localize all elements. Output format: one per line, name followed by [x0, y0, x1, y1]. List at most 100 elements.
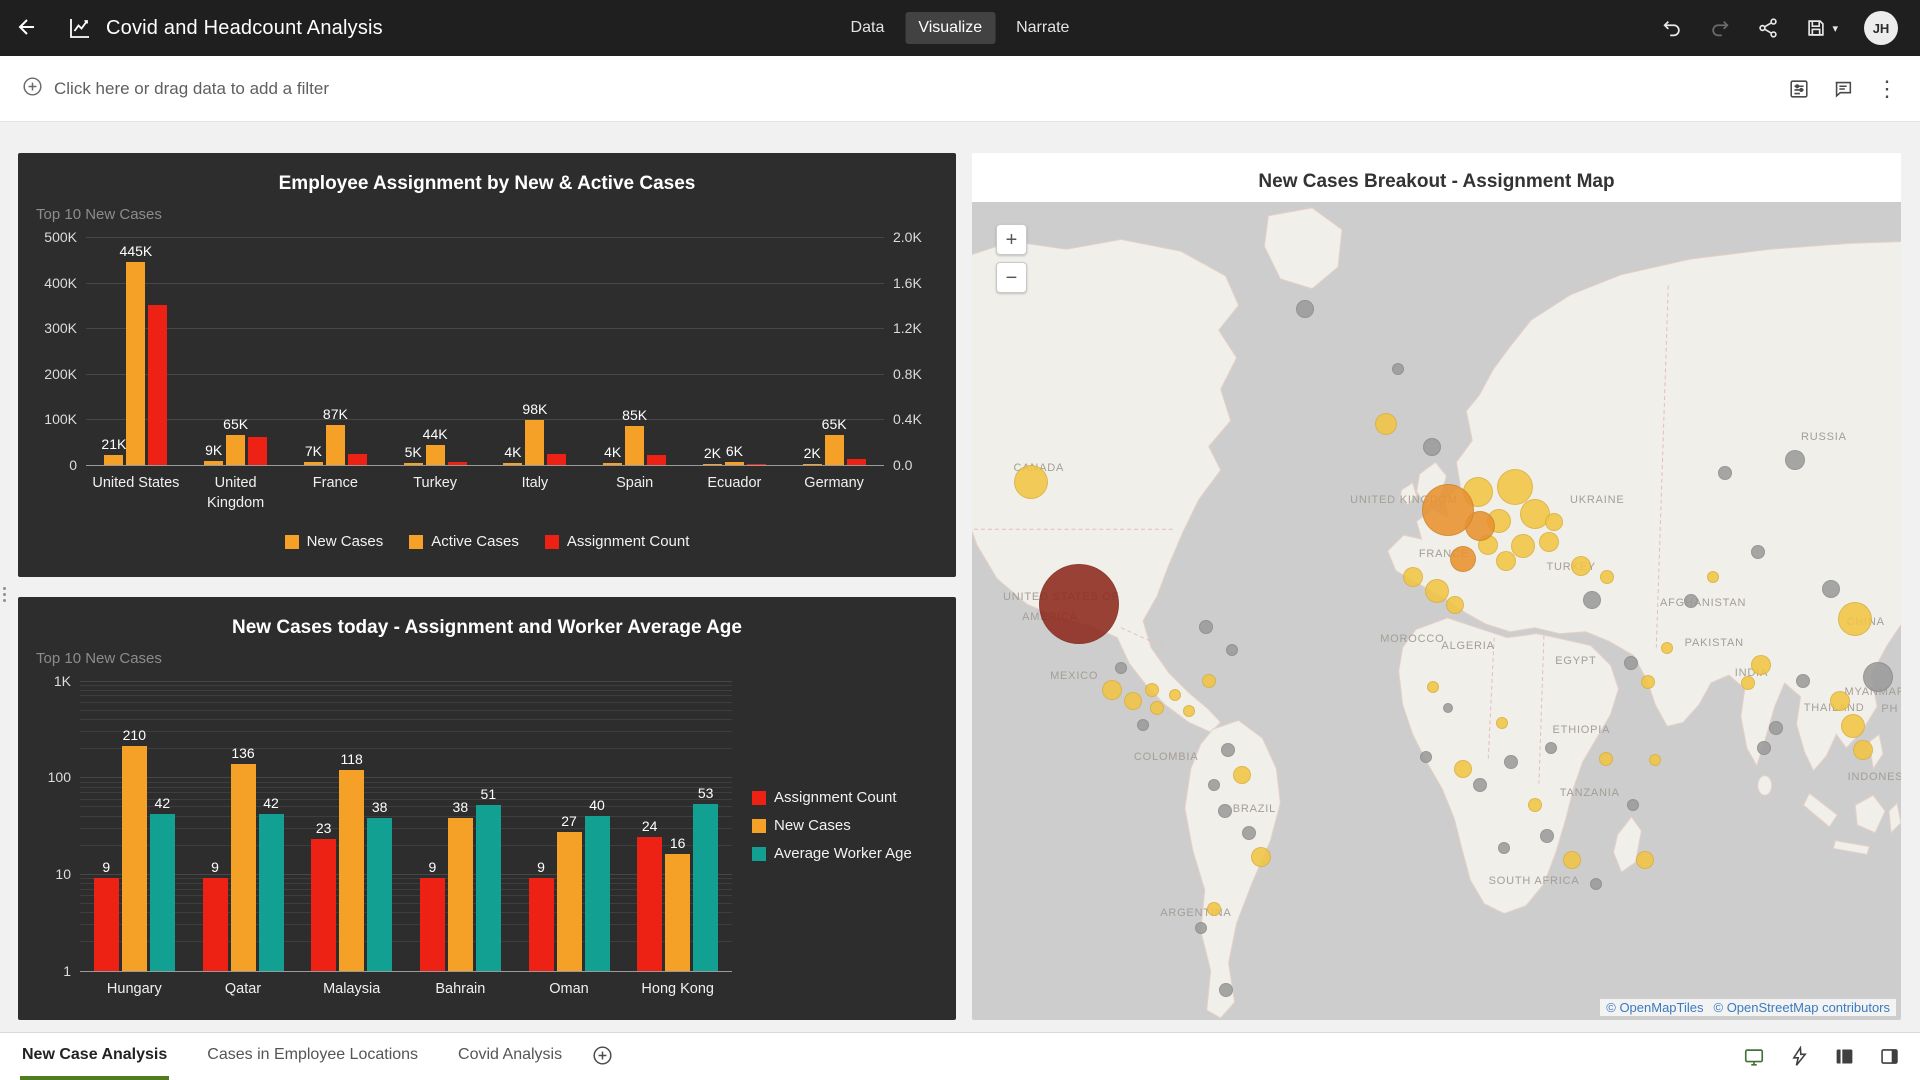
canvas-tab-cases-in-employee-locations[interactable]: Cases in Employee Locations — [205, 1033, 420, 1080]
map-bubble[interactable] — [1208, 779, 1220, 791]
map-bubble[interactable] — [1497, 469, 1533, 505]
map-bubble[interactable] — [1540, 829, 1554, 843]
legend-item[interactable]: Assignment Count — [752, 789, 940, 806]
bar[interactable] — [547, 454, 566, 465]
save-button[interactable] — [1805, 17, 1827, 39]
bar[interactable] — [94, 878, 119, 970]
map-bubble[interactable] — [1590, 878, 1602, 890]
map-bubble[interactable] — [1757, 741, 1771, 755]
zoom-out-button[interactable]: − — [996, 262, 1027, 293]
map-bubble[interactable] — [1496, 551, 1516, 571]
map-bubble[interactable] — [1137, 719, 1149, 731]
bar[interactable] — [693, 804, 718, 971]
map-bubble[interactable] — [1392, 363, 1404, 375]
map-bubble[interactable] — [1684, 594, 1698, 608]
bar[interactable] — [126, 262, 145, 465]
map-bubble[interactable] — [1863, 662, 1893, 692]
map-bubble[interactable] — [1641, 675, 1655, 689]
back-button[interactable] — [0, 0, 54, 56]
tab-narrate[interactable]: Narrate — [1003, 12, 1082, 44]
bar[interactable] — [231, 764, 256, 970]
map-bubble[interactable] — [1039, 564, 1119, 644]
bar[interactable] — [204, 461, 223, 465]
bar[interactable] — [476, 805, 501, 970]
map-bubble[interactable] — [1454, 760, 1472, 778]
map-bubble[interactable] — [1218, 804, 1232, 818]
bar[interactable] — [326, 425, 345, 465]
bar[interactable] — [367, 818, 392, 971]
map-bubble[interactable] — [1115, 662, 1127, 674]
map-bubble[interactable] — [1473, 778, 1487, 792]
user-avatar[interactable]: JH — [1864, 11, 1898, 45]
legend-item[interactable]: New Cases — [285, 533, 384, 550]
map-visualization[interactable]: New Cases Breakout - Assignment Map — [972, 153, 1901, 1020]
map-bubble[interactable] — [1822, 580, 1840, 598]
legend-item[interactable]: New Cases — [752, 817, 940, 834]
bar[interactable] — [348, 454, 367, 465]
bar[interactable] — [525, 420, 544, 465]
bar[interactable] — [703, 464, 722, 465]
comments-icon[interactable] — [1832, 78, 1854, 100]
map-bubble[interactable] — [1221, 743, 1235, 757]
map-bubble[interactable] — [1785, 450, 1805, 470]
bar[interactable] — [529, 878, 554, 970]
canvas-settings-icon[interactable] — [1788, 78, 1810, 100]
map-bubble[interactable] — [1600, 570, 1614, 584]
save-menu-caret-icon[interactable]: ▾ — [1832, 22, 1838, 35]
map-bubble[interactable] — [1838, 602, 1872, 636]
chart-employee-assignment[interactable]: Employee Assignment by New & Active Case… — [18, 153, 956, 577]
attribution-osm-link[interactable]: © OpenStreetMap contributors — [1714, 1000, 1891, 1015]
bar[interactable] — [311, 839, 336, 971]
panel-resize-handle[interactable] — [0, 583, 8, 605]
zoom-in-button[interactable]: + — [996, 224, 1027, 255]
map-bubble[interactable] — [1169, 689, 1181, 701]
share-button[interactable] — [1757, 17, 1779, 39]
map-bubble[interactable] — [1226, 644, 1238, 656]
map-bubble[interactable] — [1545, 742, 1557, 754]
bar[interactable] — [747, 464, 766, 465]
map-bubble[interactable] — [1427, 681, 1439, 693]
map-bubble[interactable] — [1375, 413, 1397, 435]
bar[interactable] — [339, 770, 364, 970]
map-bubble[interactable] — [1649, 754, 1661, 766]
bar[interactable] — [847, 459, 866, 465]
map-bubble[interactable] — [1571, 556, 1591, 576]
bar[interactable] — [104, 455, 123, 465]
map-bubble[interactable] — [1528, 798, 1542, 812]
map-bubble[interactable] — [1145, 683, 1159, 697]
chart-average-age[interactable]: New Cases today - Assignment and Worker … — [18, 597, 956, 1021]
map-bubble[interactable] — [1769, 721, 1783, 735]
tab-data[interactable]: Data — [838, 12, 898, 44]
legend-item[interactable]: Active Cases — [409, 533, 519, 550]
map-bubble[interactable] — [1150, 701, 1164, 715]
map-bubble[interactable] — [1124, 692, 1142, 710]
map-bubble[interactable] — [1199, 620, 1213, 634]
map-bubble[interactable] — [1841, 714, 1865, 738]
bar[interactable] — [304, 462, 323, 465]
bar[interactable] — [625, 426, 644, 465]
canvas-tab-new-case-analysis[interactable]: New Case Analysis — [20, 1033, 169, 1080]
map-bubble[interactable] — [1207, 902, 1221, 916]
attribution-openmaptiles-link[interactable]: © OpenMapTiles — [1606, 1000, 1703, 1015]
map-bubble[interactable] — [1183, 705, 1195, 717]
map-bubble[interactable] — [1545, 513, 1563, 531]
map-bubble[interactable] — [1219, 983, 1233, 997]
map-bubble[interactable] — [1443, 703, 1453, 713]
map-bubble[interactable] — [1583, 591, 1601, 609]
map-bubble[interactable] — [1423, 438, 1441, 456]
map-bubble[interactable] — [1627, 799, 1639, 811]
map-bubble[interactable] — [1251, 847, 1271, 867]
map-bubble[interactable] — [1707, 571, 1719, 583]
bar[interactable] — [203, 878, 228, 970]
toggle-right-panel-icon[interactable] — [1879, 1046, 1900, 1067]
map-bubble[interactable] — [1718, 466, 1732, 480]
redo-button[interactable] — [1709, 17, 1731, 39]
map-bubble[interactable] — [1014, 465, 1048, 499]
bar[interactable] — [420, 878, 445, 970]
map-bubble[interactable] — [1599, 752, 1613, 766]
map-bubble[interactable] — [1830, 691, 1850, 711]
bar[interactable] — [448, 462, 467, 465]
canvas-tab-covid-analysis[interactable]: Covid Analysis — [456, 1033, 564, 1080]
menu-kebab-icon[interactable]: ⋮ — [1876, 78, 1898, 100]
map-bubble[interactable] — [1498, 842, 1510, 854]
